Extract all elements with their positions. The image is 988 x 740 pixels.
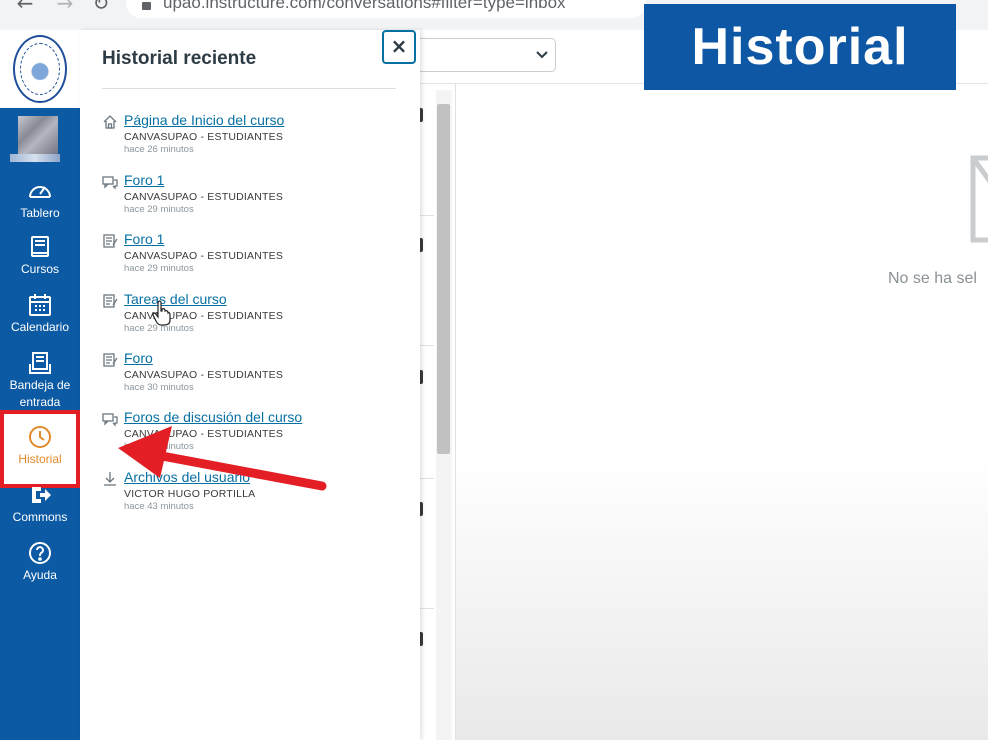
- history-item-time: hace 29 minutos: [124, 204, 194, 215]
- clock-icon: [29, 426, 51, 448]
- history-item-course: VICTOR HUGO PORTILLA: [124, 488, 256, 500]
- reload-button[interactable]: ↻: [88, 0, 114, 16]
- history-item: Foro 1 CANVASUPAO - ESTUDIANTES hace 29 …: [102, 231, 402, 283]
- seal-icon: [13, 35, 67, 103]
- hand-cursor-icon: [152, 300, 171, 326]
- list-row-separator: [420, 215, 434, 216]
- discussion-icon: [102, 413, 118, 427]
- tray-divider: [102, 88, 396, 89]
- dashboard-gauge-icon: [29, 186, 51, 198]
- history-item-link[interactable]: Foro 1: [124, 231, 164, 247]
- empty-state-text: No se ha sel: [888, 270, 977, 287]
- history-item-time: hace 30 minutos: [124, 441, 194, 452]
- history-item-course: CANVASUPAO - ESTUDIANTES: [124, 369, 284, 381]
- commons-arrow-icon: [32, 487, 51, 503]
- lock-icon: [142, 2, 151, 10]
- history-item: Página de Inicio del curso CANVASUPAO - …: [102, 112, 402, 164]
- address-bar[interactable]: upao.instructure.com/conversations#filte…: [126, 0, 646, 18]
- history-item-link[interactable]: Página de Inicio del curso: [124, 112, 284, 128]
- nav-item-tablero[interactable]: Tablero: [0, 178, 80, 222]
- history-item: Tareas del curso CANVASUPAO - ESTUDIANTE…: [102, 291, 402, 343]
- history-item-time: hace 29 minutos: [124, 263, 194, 274]
- history-item-course: CANVASUPAO - ESTUDIANTES: [124, 131, 284, 143]
- inbox-icon: [29, 352, 51, 374]
- history-item-link[interactable]: Foro: [124, 350, 153, 366]
- history-item-time: hace 30 minutos: [124, 382, 194, 393]
- tray-title: Historial reciente: [102, 48, 257, 69]
- no-message-icon: [970, 155, 988, 243]
- back-button[interactable]: ←: [12, 0, 38, 16]
- assignment-icon: [103, 353, 118, 367]
- history-item-time: hace 26 minutos: [124, 144, 194, 155]
- institution-logo[interactable]: [0, 30, 80, 108]
- close-button[interactable]: ×: [382, 30, 416, 64]
- assignment-icon: [103, 234, 118, 248]
- forward-button[interactable]: →: [52, 0, 78, 16]
- history-item: Foros de discusión del curso CANVASUPAO …: [102, 409, 402, 461]
- history-item-time: hace 43 minutos: [124, 501, 194, 512]
- history-item-link[interactable]: Foro 1: [124, 172, 164, 188]
- calendar-icon: [29, 294, 51, 316]
- banner-text: Historial: [691, 18, 909, 76]
- nav-item-historial[interactable]: Historial: [0, 410, 80, 488]
- history-item-course: CANVASUPAO - ESTUDIANTES: [124, 250, 284, 262]
- inbox-background: [420, 30, 988, 740]
- list-row-separator: [420, 478, 434, 479]
- download-icon: [104, 472, 116, 486]
- history-tray: Historial reciente × Página de Inicio de…: [80, 30, 420, 740]
- history-item-link[interactable]: Tareas del curso: [124, 291, 227, 307]
- course-filter-select[interactable]: [420, 38, 556, 72]
- history-item: Foro 1 CANVASUPAO - ESTUDIANTES hace 29 …: [102, 172, 402, 224]
- help-icon: [29, 542, 51, 564]
- history-item-course: CANVASUPAO - ESTUDIANTES: [124, 191, 284, 203]
- list-row-separator: [420, 345, 434, 346]
- chevron-down-icon: [536, 51, 548, 59]
- url-text: upao.instructure.com/conversations#filte…: [163, 0, 566, 12]
- nav-item-calendario[interactable]: Calendario: [0, 292, 80, 336]
- assignment-icon: [103, 294, 118, 308]
- history-item-course: CANVASUPAO - ESTUDIANTES: [124, 310, 284, 322]
- history-item: Archivos del usuario VICTOR HUGO PORTILL…: [102, 469, 402, 521]
- courses-book-icon: [31, 236, 49, 257]
- avatar[interactable]: [18, 116, 58, 156]
- history-item-link[interactable]: Foros de discusión del curso: [124, 409, 302, 425]
- close-icon: ×: [390, 34, 408, 58]
- discussion-icon: [102, 176, 118, 190]
- nav-item-ayuda[interactable]: Ayuda: [0, 540, 80, 584]
- nav-item-bandeja-de-entrada[interactable]: Bandeja de entrada: [0, 350, 80, 411]
- account-label[interactable]: [10, 154, 60, 162]
- nav-item-commons[interactable]: Commons: [0, 482, 80, 526]
- scrollbar-thumb[interactable]: [437, 104, 450, 454]
- home-icon: [103, 115, 117, 129]
- title-banner: Historial: [644, 4, 956, 90]
- history-item-course: CANVASUPAO - ESTUDIANTES: [124, 428, 284, 440]
- global-navigation: Tablero Cursos Calendario Bandeja de ent…: [0, 30, 80, 740]
- history-item-link[interactable]: Archivos del usuario: [124, 469, 250, 485]
- nav-item-cursos[interactable]: Cursos: [0, 234, 80, 278]
- history-item: Foro CANVASUPAO - ESTUDIANTES hace 30 mi…: [102, 350, 402, 402]
- list-row-separator: [420, 608, 434, 609]
